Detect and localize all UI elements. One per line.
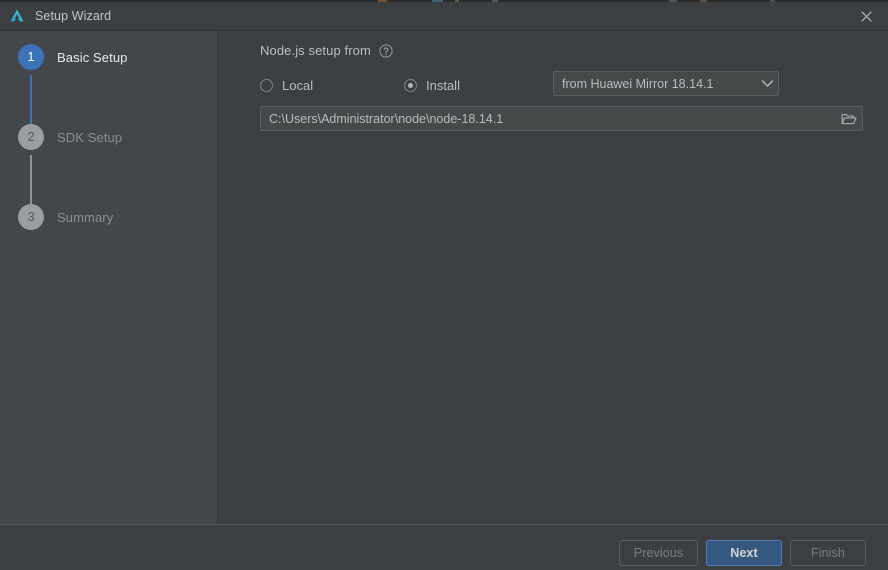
finish-button[interactable]: Finish — [790, 540, 866, 566]
step-label: SDK Setup — [57, 129, 123, 145]
next-button[interactable]: Next — [706, 540, 782, 566]
sidebar-step-summary[interactable]: 3 Summary — [0, 199, 218, 235]
main-content: Node.js setup from Local Install from Hu… — [219, 31, 888, 524]
help-circle-icon[interactable] — [379, 43, 393, 58]
sidebar-step-basic-setup[interactable]: 1 Basic Setup — [0, 39, 218, 75]
sidebar-step-sdk-setup[interactable]: 2 SDK Setup — [0, 119, 218, 155]
mirror-select-value: from Huawei Mirror 18.14.1 — [562, 76, 714, 91]
radio-option-local[interactable]: Local — [260, 74, 313, 96]
step-number-badge: 3 — [18, 204, 44, 230]
radio-mark-local — [260, 78, 273, 92]
chevron-down-icon — [756, 80, 778, 87]
folder-open-icon[interactable] — [836, 107, 862, 130]
titlebar: Setup Wizard — [0, 2, 888, 31]
section-header: Node.js setup from — [260, 43, 393, 58]
step-number-badge: 1 — [18, 44, 44, 70]
radio-option-install[interactable]: Install — [404, 74, 460, 96]
step-label: Summary — [57, 209, 114, 225]
radio-label-install: Install — [426, 77, 460, 93]
nodejs-path-input[interactable] — [261, 111, 836, 126]
close-icon[interactable] — [845, 2, 888, 31]
nodejs-path-field[interactable] — [260, 106, 863, 131]
setup-wizard-dialog: Setup Wizard 1 Basic Setup 2 SDK Setup 3… — [0, 0, 888, 570]
step-number-badge: 2 — [18, 124, 44, 150]
previous-button[interactable]: Previous — [619, 540, 698, 566]
radio-label-local: Local — [282, 77, 314, 93]
footer-button-bar: Previous Next Finish — [0, 525, 888, 570]
window-title: Setup Wizard — [35, 9, 112, 23]
wizard-steps-sidebar: 1 Basic Setup 2 SDK Setup 3 Summary — [0, 31, 218, 524]
deveco-logo-icon — [9, 8, 25, 24]
step-label: Basic Setup — [57, 49, 128, 65]
page-title: Node.js setup from — [260, 43, 371, 58]
mirror-select[interactable]: from Huawei Mirror 18.14.1 — [553, 71, 779, 96]
radio-mark-install — [404, 78, 417, 92]
